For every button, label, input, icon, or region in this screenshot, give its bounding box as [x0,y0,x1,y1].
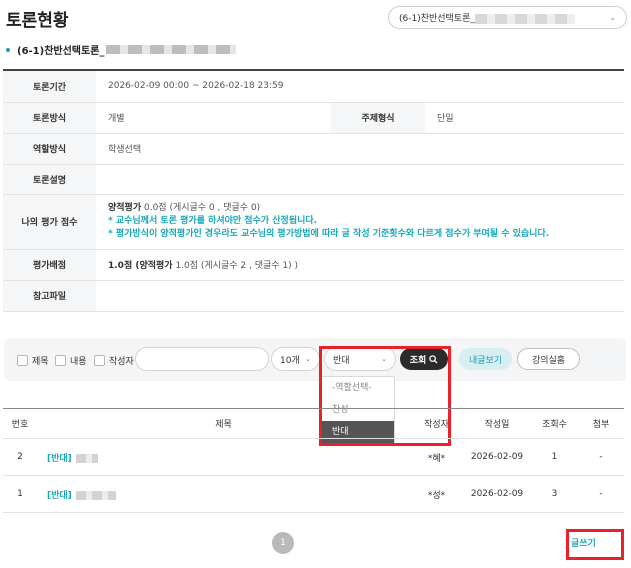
redacted-text [106,45,237,54]
col-header-attach: 첨부 [578,408,624,439]
role-select-value: 반대 [333,355,350,366]
filter-content-checkbox[interactable]: 내용 [55,354,87,367]
period-label: 토론기간 [3,70,96,103]
row-title[interactable]: [반대] [37,438,410,476]
debate-info-table: 토론기간 2026-02-09 00:00 ~ 2026-02-18 23:59… [3,69,624,312]
page-size-select[interactable]: 10개 ⌄ [271,347,320,371]
col-header-author: 작성자 [410,408,463,439]
my-score-value: 양적평가 0.0점 (게시글수 0 , 댓글수 0) * 교수님께서 토론 평가… [96,194,624,250]
redacted-text [75,490,116,500]
period-value: 2026-02-09 00:00 ~ 2026-02-18 23:59 [96,70,624,103]
row-date: 2026-02-09 [463,438,531,476]
debate-title: (6-1)찬반선택토론_ [6,42,237,57]
role-value: 학생선택 [96,133,624,165]
row-tag[interactable]: [반대] [47,454,72,464]
page-1-button[interactable]: 1 [272,532,294,554]
page-title: 토론현황 [6,11,69,31]
debate-name: (6-1)찬반선택토론_ [17,46,105,57]
course-select-value: (6-1)찬반선택토론_ [399,14,475,24]
filter-author-checkbox[interactable]: 작성자 [94,354,134,367]
description-label: 토론설명 [3,164,96,195]
search-button[interactable]: 조회 [400,348,448,370]
attachment-label: 참고파일 [3,280,96,312]
method-label: 토론방식 [3,102,96,134]
row-tag[interactable]: [반대] [47,491,72,501]
col-header-views: 조회수 [531,408,578,439]
checkbox-icon[interactable] [94,355,105,366]
checkbox-icon[interactable] [55,355,66,366]
chevron-down-icon: ⌄ [609,13,616,22]
col-header-no: 번호 [3,408,37,439]
allocation-detail: 1.0점 (게시글수 2 , 댓글수 1) ) [172,261,299,271]
topic-value: 단일 [425,102,624,134]
course-select[interactable]: (6-1)찬반선택토론_ ⌄ [388,6,627,29]
table-row[interactable]: 1 [반대] *성* 2026-02-09 3 - [3,475,624,513]
row-date: 2026-02-09 [463,475,531,513]
checkbox-icon[interactable] [17,355,28,366]
attachment-value [96,280,624,312]
search-filter-bar: 제목 내용 작성자 10개 ⌄ 반대 ⌄ 조회 내글보기 강의실홈 [4,338,626,381]
chevron-down-icon: ⌄ [305,355,311,363]
allocation-value: 1.0점 (양적평가 1.0점 (게시글수 2 , 댓글수 1) ) [96,249,624,281]
col-header-date: 작성일 [463,408,531,439]
search-button-label: 조회 [409,355,427,366]
role-option[interactable]: -역할선택- [322,377,394,399]
allocation-label: 평가배점 [3,249,96,281]
bullet-icon [6,47,10,52]
topic-label: 주제형식 [331,102,425,134]
role-select[interactable]: 반대 ⌄ [324,347,396,371]
write-button[interactable]: 글쓰기 [571,536,596,549]
post-list-table: 번호 제목 작성자 작성일 조회수 첨부 2 [반대] *혜* 2026-02-… [3,408,624,513]
role-label: 역할방식 [3,133,96,165]
col-header-title: 제목 [37,408,410,439]
my-score-detail: 0.0점 (게시글수 0 , 댓글수 0) [141,203,261,213]
page-size-value: 10개 [280,355,300,366]
row-no: 2 [3,438,37,476]
my-score-label: 나의 평가 점수 [3,194,96,250]
my-posts-button[interactable]: 내글보기 [459,348,512,370]
row-author: *혜* [410,438,463,476]
checkbox-label: 제목 [32,357,49,367]
row-attach: - [578,475,624,513]
score-note-2: * 평가방식이 양적평가인 경우라도 교수님의 평가방법에 따라 글 작성 기준… [108,229,550,239]
row-title[interactable]: [반대] [37,475,410,513]
redacted-text [474,13,575,24]
filter-title-checkbox[interactable]: 제목 [17,354,49,367]
checkbox-label: 내용 [70,357,87,367]
description-value [96,164,624,195]
redacted-text [75,453,98,463]
row-no: 1 [3,475,37,513]
row-attach: - [578,438,624,476]
row-views: 3 [531,475,578,513]
row-author: *성* [410,475,463,513]
checkbox-label: 작성자 [109,357,134,367]
score-note-1: * 교수님께서 토론 평가를 하셔야만 점수가 산정됩니다. [108,216,318,226]
search-input[interactable] [135,347,269,371]
method-value: 개별 [96,102,331,134]
my-score-type: 양적평가 [108,203,142,213]
row-views: 1 [531,438,578,476]
chevron-down-icon: ⌄ [381,355,387,363]
allocation-bold: 1.0점 (양적평가 [108,261,173,271]
search-icon [429,354,438,364]
table-row[interactable]: 2 [반대] *혜* 2026-02-09 1 - [3,438,624,476]
lecture-room-button[interactable]: 강의실홈 [517,348,580,370]
